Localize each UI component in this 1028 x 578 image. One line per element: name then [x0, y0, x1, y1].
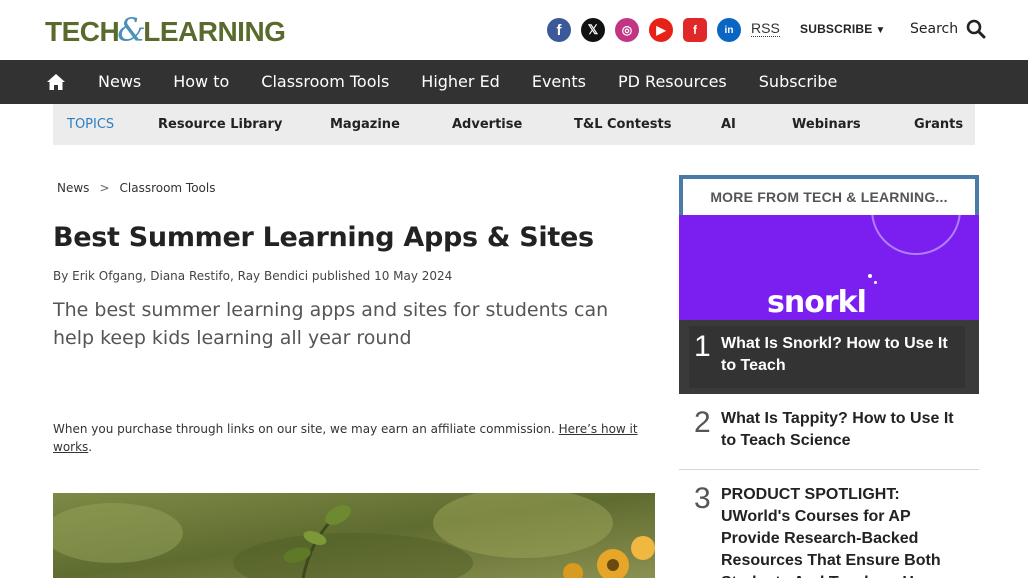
topic-ai[interactable]: AI: [721, 117, 736, 132]
breadcrumb: News > Classroom Tools: [57, 181, 216, 195]
breadcrumb-news[interactable]: News: [57, 181, 89, 195]
linkedin-icon[interactable]: in: [717, 18, 741, 42]
search-icon: [966, 19, 986, 39]
sidebar-item-1[interactable]: 1 What Is Snorkl? How to Use It to Teach: [679, 320, 979, 394]
site-logo[interactable]: TECH&LEARNING: [45, 14, 286, 48]
hero-image: [53, 493, 655, 578]
breadcrumb-classroom-tools[interactable]: Classroom Tools: [120, 181, 216, 195]
nav-item-news[interactable]: News: [98, 60, 141, 104]
nav-item-subscribe[interactable]: Subscribe: [759, 60, 838, 104]
sidebar-heading: MORE FROM TECH & LEARNING...: [679, 175, 979, 215]
subscribe-dropdown[interactable]: SUBSCRIBE ▼: [800, 22, 886, 36]
page-title: Best Summer Learning Apps & Sites: [53, 222, 594, 253]
sidebar-item-3[interactable]: 3 PRODUCT SPOTLIGHT: UWorld's Courses fo…: [679, 470, 979, 578]
topic-resource-library[interactable]: Resource Library: [158, 117, 282, 132]
sidebar-feature-image[interactable]: snorkl: [679, 215, 979, 320]
affiliate-disclaimer: When you purchase through links on our s…: [53, 422, 638, 454]
article-byline: By Erik Ofgang, Diana Restifo, Ray Bendi…: [53, 269, 453, 283]
caret-down-icon: ▼: [875, 25, 886, 36]
sidebar-item-title: PRODUCT SPOTLIGHT: UWorld's Courses for …: [721, 486, 941, 578]
social-links: f 𝕏 ◎ ▶ f in: [547, 18, 741, 42]
nav-item-pd-resources[interactable]: PD Resources: [618, 60, 727, 104]
site-header: TECH&LEARNING f 𝕏 ◎ ▶ f in RSS SUBSCRIBE…: [0, 0, 1028, 60]
rank-number: 2: [694, 406, 711, 439]
decorative-ring: [871, 215, 961, 255]
facebook-icon[interactable]: f: [547, 18, 571, 42]
snorkl-logo: snorkl: [767, 285, 867, 320]
sidebar-item-2[interactable]: 2 What Is Tappity? How to Use It to Teac…: [679, 394, 979, 470]
topics-label: TOPICS: [67, 117, 115, 132]
nav-item-classroom-tools[interactable]: Classroom Tools: [261, 60, 389, 104]
topic-webinars[interactable]: Webinars: [792, 117, 861, 132]
youtube-icon[interactable]: ▶: [649, 18, 673, 42]
x-icon[interactable]: 𝕏: [581, 18, 605, 42]
sidebar-item-title: What Is Tappity? How to Use It to Teach …: [721, 410, 954, 449]
topic-magazine[interactable]: Magazine: [330, 117, 400, 132]
instagram-icon[interactable]: ◎: [615, 18, 639, 42]
nav-item-how-to[interactable]: How to: [173, 60, 229, 104]
hero-photo: [53, 493, 655, 578]
rank-number: 3: [694, 482, 711, 515]
article-strapline: The best summer learning apps and sites …: [53, 299, 609, 349]
sidebar-item-title: What Is Snorkl? How to Use It to Teach: [721, 335, 948, 374]
search-button[interactable]: Search: [910, 19, 986, 39]
topic-tl-contests[interactable]: T&L Contests: [574, 117, 671, 132]
search-label: Search: [910, 21, 959, 37]
home-icon: [47, 74, 65, 90]
flipboard-icon[interactable]: f: [683, 18, 707, 42]
main-nav: News How to Classroom Tools Higher Ed Ev…: [0, 60, 1028, 104]
topics-bar: TOPICS Resource Library Magazine Adverti…: [53, 104, 975, 145]
rank-number: 1: [694, 330, 711, 363]
breadcrumb-separator: >: [99, 181, 110, 195]
nav-item-events[interactable]: Events: [532, 60, 586, 104]
nav-item-higher-ed[interactable]: Higher Ed: [421, 60, 500, 104]
home-button[interactable]: [37, 60, 75, 104]
topic-grants[interactable]: Grants: [914, 117, 963, 132]
rss-link[interactable]: RSS: [751, 20, 780, 37]
topic-advertise[interactable]: Advertise: [452, 117, 522, 132]
